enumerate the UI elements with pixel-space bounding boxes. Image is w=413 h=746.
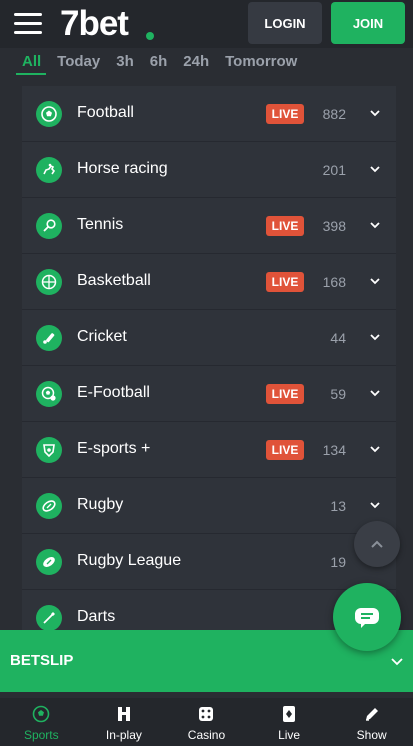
nav-show-label: Show: [356, 728, 387, 742]
event-count: 201: [322, 162, 346, 178]
active-tab-indicator: [16, 73, 46, 75]
sport-name: E-Football: [77, 384, 150, 401]
football-icon: [36, 101, 62, 127]
rugby-icon: [36, 493, 62, 519]
tab-today[interactable]: Today: [57, 53, 100, 70]
chat-button[interactable]: [333, 583, 401, 651]
event-count: 398: [322, 218, 346, 234]
chevron-down-icon[interactable]: [391, 656, 403, 666]
chevron-down-icon[interactable]: [370, 388, 380, 398]
chevron-up-icon: [371, 540, 383, 548]
nav-casino[interactable]: Casino: [165, 698, 248, 746]
sports-icon: [31, 704, 51, 724]
sport-row-rugby[interactable]: Rugby 13: [22, 478, 396, 534]
join-button[interactable]: JOIN: [331, 2, 405, 44]
chevron-down-icon[interactable]: [370, 164, 380, 174]
tab-24h[interactable]: 24h: [183, 53, 209, 70]
betslip-label: BETSLIP: [10, 652, 74, 669]
sport-row-football[interactable]: Football LIVE 882: [22, 86, 396, 142]
cricket-icon: [36, 325, 62, 351]
sport-name: Basketball: [77, 272, 151, 289]
nav-casino-label: Casino: [187, 728, 226, 742]
event-count: 59: [330, 386, 346, 402]
menu-icon[interactable]: [14, 13, 42, 35]
show-icon: [362, 704, 382, 724]
sport-name: Cricket: [77, 328, 127, 345]
chat-icon: [355, 608, 379, 628]
sport-name: Football: [77, 104, 134, 121]
live-badge: LIVE: [266, 216, 304, 236]
sport-name: Darts: [77, 608, 116, 625]
logo-dot: [146, 32, 154, 40]
horse-racing-icon: [36, 157, 62, 183]
tennis-icon: [36, 213, 62, 239]
sport-name: Rugby: [77, 496, 124, 513]
live-badge: LIVE: [266, 440, 304, 460]
e-football-icon: [36, 381, 62, 407]
sports-list: Football LIVE 882 Horse racing 201 Tenni…: [22, 86, 396, 646]
live-badge: LIVE: [266, 384, 304, 404]
brand-logo[interactable]: 7bet: [60, 4, 129, 44]
sport-row-e-football[interactable]: E-Football LIVE 59: [22, 366, 396, 422]
sport-row-rugby-league[interactable]: Rugby League 19: [22, 534, 396, 590]
chevron-down-icon[interactable]: [370, 108, 380, 118]
e-sports-icon: [36, 437, 62, 463]
time-filter-tabs: All Today 3h 6h 24h Tomorrow: [0, 48, 413, 74]
sport-row-cricket[interactable]: Cricket 44: [22, 310, 396, 366]
tab-3h[interactable]: 3h: [116, 53, 134, 70]
nav-in-play[interactable]: In-play: [83, 698, 166, 746]
page: 7bet LOGIN JOIN All Today 3h 6h 24h Tomo…: [0, 0, 413, 746]
chevron-down-icon[interactable]: [370, 276, 380, 286]
sport-row-basketball[interactable]: Basketball LIVE 168: [22, 254, 396, 310]
login-button[interactable]: LOGIN: [248, 2, 322, 44]
live-badge: LIVE: [266, 272, 304, 292]
sport-name: Tennis: [77, 216, 124, 233]
tab-all[interactable]: All: [22, 53, 41, 70]
sport-row-tennis[interactable]: Tennis LIVE 398: [22, 198, 396, 254]
in-play-icon: [114, 704, 134, 724]
nav-in-play-label: In-play: [105, 728, 142, 742]
event-count: 134: [322, 442, 346, 458]
top-header: 7bet LOGIN JOIN: [0, 0, 413, 48]
nav-live-label: Live: [278, 728, 301, 742]
event-count: 882: [322, 106, 346, 122]
sport-name: Horse racing: [77, 160, 168, 177]
chevron-down-icon[interactable]: [370, 220, 380, 230]
nav-show[interactable]: Show: [330, 698, 413, 746]
event-count: 19: [330, 554, 346, 570]
live-badge: LIVE: [266, 104, 304, 124]
basketball-icon: [36, 269, 62, 295]
chevron-down-icon[interactable]: [370, 500, 380, 510]
sport-name: E-sports +: [77, 440, 151, 457]
casino-icon: [196, 704, 216, 724]
tab-tomorrow[interactable]: Tomorrow: [225, 53, 297, 70]
nav-sports-label: Sports: [23, 728, 59, 742]
scroll-top-button[interactable]: [354, 521, 400, 567]
event-count: 168: [322, 274, 346, 290]
sport-row-horse-racing[interactable]: Horse racing 201: [22, 142, 396, 198]
event-count: 13: [330, 498, 346, 514]
nav-sports[interactable]: Sports: [0, 698, 83, 746]
sport-name: Rugby League: [77, 552, 182, 569]
nav-live[interactable]: Live: [248, 698, 331, 746]
chevron-down-icon[interactable]: [370, 444, 380, 454]
sport-row-e-sports[interactable]: E-sports + LIVE 134: [22, 422, 396, 478]
event-count: 44: [330, 330, 346, 346]
live-casino-icon: [279, 704, 299, 724]
chevron-down-icon[interactable]: [370, 332, 380, 342]
darts-icon: [36, 605, 62, 631]
tab-6h[interactable]: 6h: [150, 53, 168, 70]
rugby-league-icon: [36, 549, 62, 575]
bottom-navigation: Sports In-play Casino Live Show: [0, 698, 413, 746]
